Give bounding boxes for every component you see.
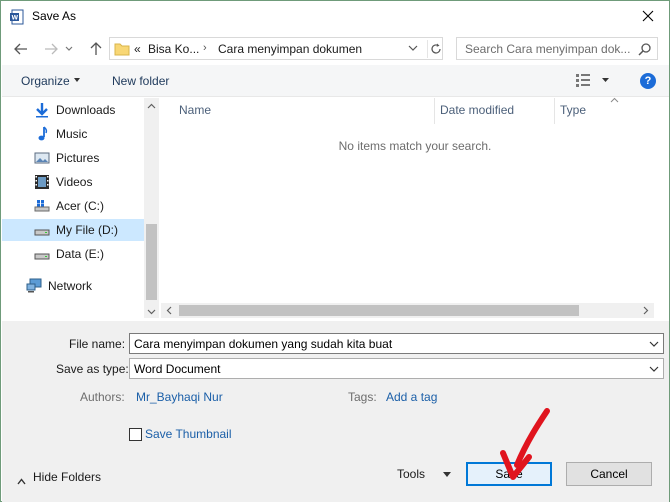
nav-item-label: Acer (C:) [56,199,104,213]
empty-message: No items match your search. [338,139,492,153]
save-thumbnail-label[interactable]: Save Thumbnail [145,427,232,441]
chevron-down-icon [408,45,418,51]
network-icon [26,278,42,294]
arrow-right-icon [45,43,58,55]
nav-item-pictures[interactable]: Pictures [2,147,144,169]
recent-locations-button[interactable] [63,39,75,59]
drive-icon [34,198,50,214]
drive-icon [34,222,50,238]
save-options-panel: File name: Cara menyimpan dokumen yang s… [2,321,669,502]
chevron-down-icon[interactable] [147,307,156,316]
column-header-type[interactable]: Type [560,103,586,117]
breadcrumb-item[interactable]: Cara menyimpan dokumen [218,42,362,56]
navigation-pane: Downloads Music Pictures Videos Acer (C:… [0,98,159,320]
column-divider[interactable] [434,98,435,124]
music-note-icon [34,126,50,142]
arrow-up-icon [90,42,102,55]
nav-item-acer-c[interactable]: Acer (C:) [2,195,144,217]
film-icon [34,174,50,190]
new-folder-button[interactable]: New folder [112,74,169,88]
tools-caret-icon[interactable] [443,472,451,477]
save-as-type-label: Save as type: [56,362,129,376]
address-dropdown[interactable] [408,41,418,58]
save-as-type-select[interactable]: Word Document [129,358,664,379]
up-button[interactable] [86,39,106,59]
scrollbar-thumb[interactable] [179,305,579,316]
nav-item-label: Network [48,279,93,293]
authors-value[interactable]: Mr_Bayhaqi Nur [136,390,223,404]
nav-item-label: My File (D:) [56,223,118,237]
nav-item-label: Music [56,127,88,141]
window-title: Save As [32,9,77,23]
back-button[interactable] [11,39,31,59]
scrollbar-thumb[interactable] [146,224,157,300]
save-as-dialog: W Save As « Bisa Ko... › Cara menyimpan … [0,0,670,502]
address-bar[interactable]: « Bisa Ko... › Cara menyimpan dokumen [109,37,443,60]
hide-folders-button[interactable]: Hide Folders [33,470,101,484]
file-list-horizontal-scrollbar[interactable] [161,303,654,318]
download-arrow-icon [34,102,50,118]
refresh-icon [430,43,441,54]
nav-item-label: Pictures [56,151,100,165]
chevron-down-icon[interactable] [649,338,659,352]
folder-icon [114,42,130,59]
file-list: Name Date modified Type No items match y… [161,97,669,320]
chevron-up-icon[interactable] [17,474,26,488]
forward-button[interactable] [41,39,61,59]
close-icon [642,10,654,22]
refresh-button[interactable] [427,40,443,58]
tags-label: Tags: [348,390,377,404]
view-options-button[interactable] [576,73,612,90]
search-placeholder: Search Cara menyimpan dok... [465,42,631,56]
column-header-date-modified[interactable]: Date modified [440,103,514,117]
nav-item-downloads[interactable]: Downloads [2,99,144,121]
search-icon[interactable] [638,42,652,59]
organize-caret-icon[interactable] [74,78,80,82]
annotation-arrow-icon [500,408,550,480]
breadcrumb-item[interactable]: Bisa Ko... [148,42,199,56]
file-name-value: Cara menyimpan dokumen yang sudah kita b… [134,337,393,351]
nav-item-label: Videos [56,175,93,189]
chevron-left-icon[interactable] [165,306,174,315]
drive-icon [34,246,50,262]
column-divider[interactable] [554,98,555,124]
chevron-right-icon[interactable] [641,306,650,315]
save-thumbnail-checkbox[interactable] [129,428,142,441]
add-tag-link[interactable]: Add a tag [386,390,437,404]
search-input[interactable]: Search Cara menyimpan dok... [456,37,658,60]
view-list-icon [576,74,609,87]
close-button[interactable] [633,3,663,29]
svg-text:W: W [12,15,19,22]
organize-button[interactable]: Organize [21,74,70,88]
nav-item-label: Data (E:) [56,247,105,261]
nav-vertical-scrollbar[interactable] [144,98,159,318]
save-as-type-value: Word Document [134,362,221,376]
tools-button[interactable]: Tools [397,467,425,481]
word-app-icon: W [10,9,24,25]
nav-item-data-e[interactable]: Data (E:) [2,243,144,265]
authors-label: Authors: [80,390,125,404]
breadcrumb-separator-icon[interactable]: › [203,42,207,54]
nav-item-network[interactable]: Network [0,275,136,297]
nav-item-music[interactable]: Music [2,123,144,145]
file-name-field[interactable]: Cara menyimpan dokumen yang sudah kita b… [129,333,664,354]
column-header-name[interactable]: Name [179,103,211,117]
nav-item-videos[interactable]: Videos [2,171,144,193]
chevron-down-icon[interactable] [649,363,659,377]
title-bar: W Save As [1,1,669,33]
pictures-icon [34,150,50,166]
cancel-button-label: Cancel [590,467,628,481]
nav-item-label: Downloads [56,103,116,117]
help-icon[interactable]: ? [640,73,656,89]
cancel-button[interactable]: Cancel [566,462,652,486]
file-name-label: File name: [69,337,126,351]
breadcrumb-overflow[interactable]: « [134,42,141,56]
sort-ascending-icon [610,97,619,103]
command-bar: Organize New folder ? [2,65,669,97]
arrow-left-icon [14,43,27,55]
chevron-down-icon [65,46,73,51]
nav-item-my-file-d[interactable]: My File (D:) [2,219,144,241]
chevron-up-icon[interactable] [147,102,156,111]
